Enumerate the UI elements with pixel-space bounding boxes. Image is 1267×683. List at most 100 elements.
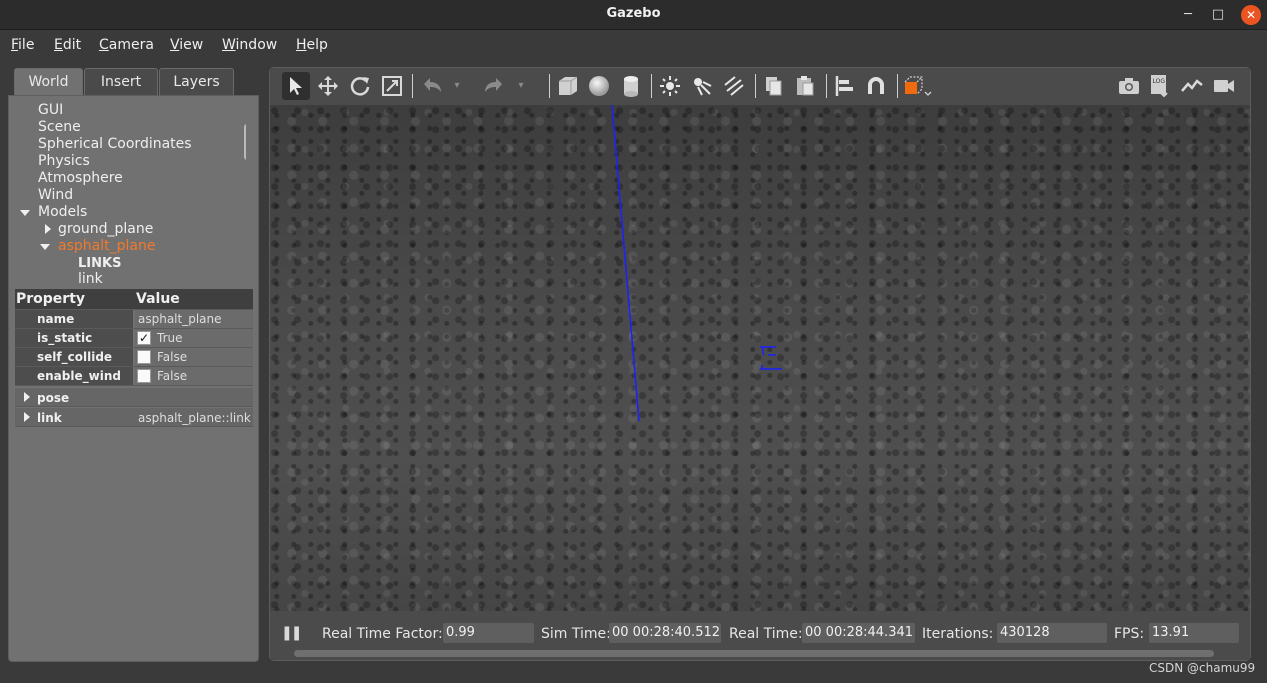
video-record-icon[interactable] [1210, 72, 1238, 100]
box-icon[interactable] [554, 72, 582, 100]
copy-icon[interactable] [760, 72, 788, 100]
property-value-cell: asphalt_plane [135, 310, 253, 328]
tree-scrollbar[interactable] [244, 124, 246, 160]
collapse-arrow-icon[interactable] [20, 210, 30, 216]
close-button[interactable]: ✕ [1241, 5, 1261, 25]
scale-icon[interactable] [378, 72, 406, 100]
chevron-down-icon[interactable]: ▾ [450, 72, 464, 100]
chevron-down-icon[interactable]: ▾ [514, 72, 528, 100]
property-key-self-collide: self_collide [37, 350, 113, 364]
toolbar-separator [412, 74, 413, 98]
watermark: CSDN @chamu99 [1149, 661, 1256, 675]
menu-window[interactable]: Window [222, 37, 277, 53]
self-collide-checkbox[interactable] [137, 350, 151, 364]
main-area: ▾ ▾ LOG ❚❚ Real Time Factor: 0.99 Sim Ti… [269, 67, 1251, 661]
paste-icon[interactable] [791, 72, 819, 100]
menu-bar: File Edit Camera View Window Help [0, 31, 1267, 59]
sphere-icon[interactable] [585, 72, 613, 100]
property-key-enable-wind: enable_wind [37, 369, 121, 383]
cylinder-icon[interactable] [617, 72, 645, 100]
collapse-arrow-icon[interactable] [40, 244, 50, 250]
view-angle-icon[interactable] [902, 72, 932, 100]
toolbar-separator [755, 74, 756, 98]
tree-item-ground-plane[interactable]: ground_plane [58, 221, 153, 237]
expand-arrow-icon[interactable] [24, 392, 30, 402]
screenshot-icon[interactable] [1115, 72, 1143, 100]
title-bar: Gazebo ─ □ ✕ [0, 0, 1267, 30]
tab-layers[interactable]: Layers [159, 68, 234, 95]
tab-world[interactable]: World [14, 68, 83, 95]
minimize-button[interactable]: ─ [1178, 5, 1198, 25]
expand-arrow-icon[interactable] [24, 412, 30, 422]
menu-view-mnemonic: V [170, 37, 180, 53]
menu-file-label: ile [18, 37, 35, 53]
point-light-icon[interactable] [656, 72, 684, 100]
menu-file-mnemonic: F [11, 37, 19, 53]
property-key-cell: enable_wind [15, 367, 133, 385]
sim-time-field: 00 00:28:40.512 [609, 623, 721, 643]
undo-icon[interactable] [418, 72, 446, 100]
redo-icon[interactable] [480, 72, 508, 100]
property-row-is-static: is_static ✓ True [15, 329, 253, 348]
property-value-name: asphalt_plane [138, 312, 222, 326]
menu-camera[interactable]: Camera [99, 37, 154, 53]
world-tree: GUI Scene Spherical Coordinates Physics … [9, 96, 246, 286]
sim-time-label: Sim Time: [541, 626, 611, 642]
enable-wind-checkbox[interactable] [137, 369, 151, 383]
property-value-self-collide: False [157, 350, 188, 364]
menu-file[interactable]: File [11, 37, 34, 53]
sim-time-value: 00 00:28:40.512 [612, 625, 721, 640]
snap-icon[interactable] [862, 72, 890, 100]
tree-item-models[interactable]: Models [38, 204, 87, 220]
scene-viewport[interactable] [270, 105, 1250, 611]
align-icon[interactable] [831, 72, 859, 100]
window-title: Gazebo [606, 6, 661, 21]
tree-item-atmosphere[interactable]: Atmosphere [38, 170, 123, 186]
directional-light-icon[interactable] [720, 72, 748, 100]
menu-edit[interactable]: Edit [54, 37, 81, 53]
spot-light-icon[interactable] [688, 72, 716, 100]
property-key-is-static: is_static [37, 331, 93, 345]
z-axis-line [611, 105, 640, 422]
horizontal-scrollbar[interactable] [294, 650, 1214, 657]
real-time-factor-label: Real Time Factor: [322, 626, 443, 642]
tree-item-asphalt-plane[interactable]: asphalt_plane [58, 238, 155, 254]
fps-value: 13.91 [1152, 625, 1190, 640]
real-time-field: 00 00:28:44.341 [802, 623, 915, 643]
rotate-icon[interactable] [346, 72, 374, 100]
pause-button[interactable]: ❚❚ [281, 625, 303, 641]
expand-arrow-icon[interactable] [45, 224, 51, 234]
maximize-button[interactable]: □ [1208, 5, 1228, 25]
tab-insert[interactable]: Insert [84, 68, 158, 95]
plot-icon[interactable] [1178, 72, 1206, 100]
tree-item-scene[interactable]: Scene [38, 119, 81, 135]
property-value-cell: False [135, 367, 253, 385]
toolbar-separator [651, 74, 652, 98]
tree-item-gui[interactable]: GUI [38, 102, 63, 118]
real-time-label: Real Time: [729, 626, 803, 642]
fps-label: FPS: [1114, 626, 1145, 642]
property-row-name: name asphalt_plane [15, 310, 253, 329]
is-static-checkbox[interactable]: ✓ [137, 331, 151, 345]
menu-view-label: iew [179, 37, 204, 53]
header-value: Value [136, 291, 180, 307]
tree-item-physics[interactable]: Physics [38, 153, 90, 169]
log-icon[interactable]: LOG [1146, 72, 1174, 100]
menu-window-mnemonic: W [222, 37, 236, 53]
property-group-pose[interactable]: pose [15, 388, 253, 407]
menu-help[interactable]: Help [296, 37, 328, 53]
property-group-link[interactable]: link asphalt_plane::link [15, 408, 253, 427]
status-bar: ❚❚ Real Time Factor: 0.99 Sim Time: 00 0… [270, 612, 1250, 660]
menu-view[interactable]: View [170, 37, 203, 53]
property-row-enable-wind: enable_wind False [15, 367, 253, 386]
tree-item-spherical-coordinates[interactable]: Spherical Coordinates [38, 136, 192, 152]
property-row-self-collide: self_collide False [15, 348, 253, 367]
iterations-field: 430128 [997, 623, 1107, 643]
property-key-name: name [37, 312, 75, 326]
property-value-cell: False [135, 348, 253, 366]
property-key-cell: is_static [15, 329, 133, 347]
tree-item-wind[interactable]: Wind [38, 187, 73, 203]
tree-item-link[interactable]: link [78, 271, 103, 286]
translate-icon[interactable] [314, 72, 342, 100]
select-arrow-icon[interactable] [282, 72, 310, 100]
